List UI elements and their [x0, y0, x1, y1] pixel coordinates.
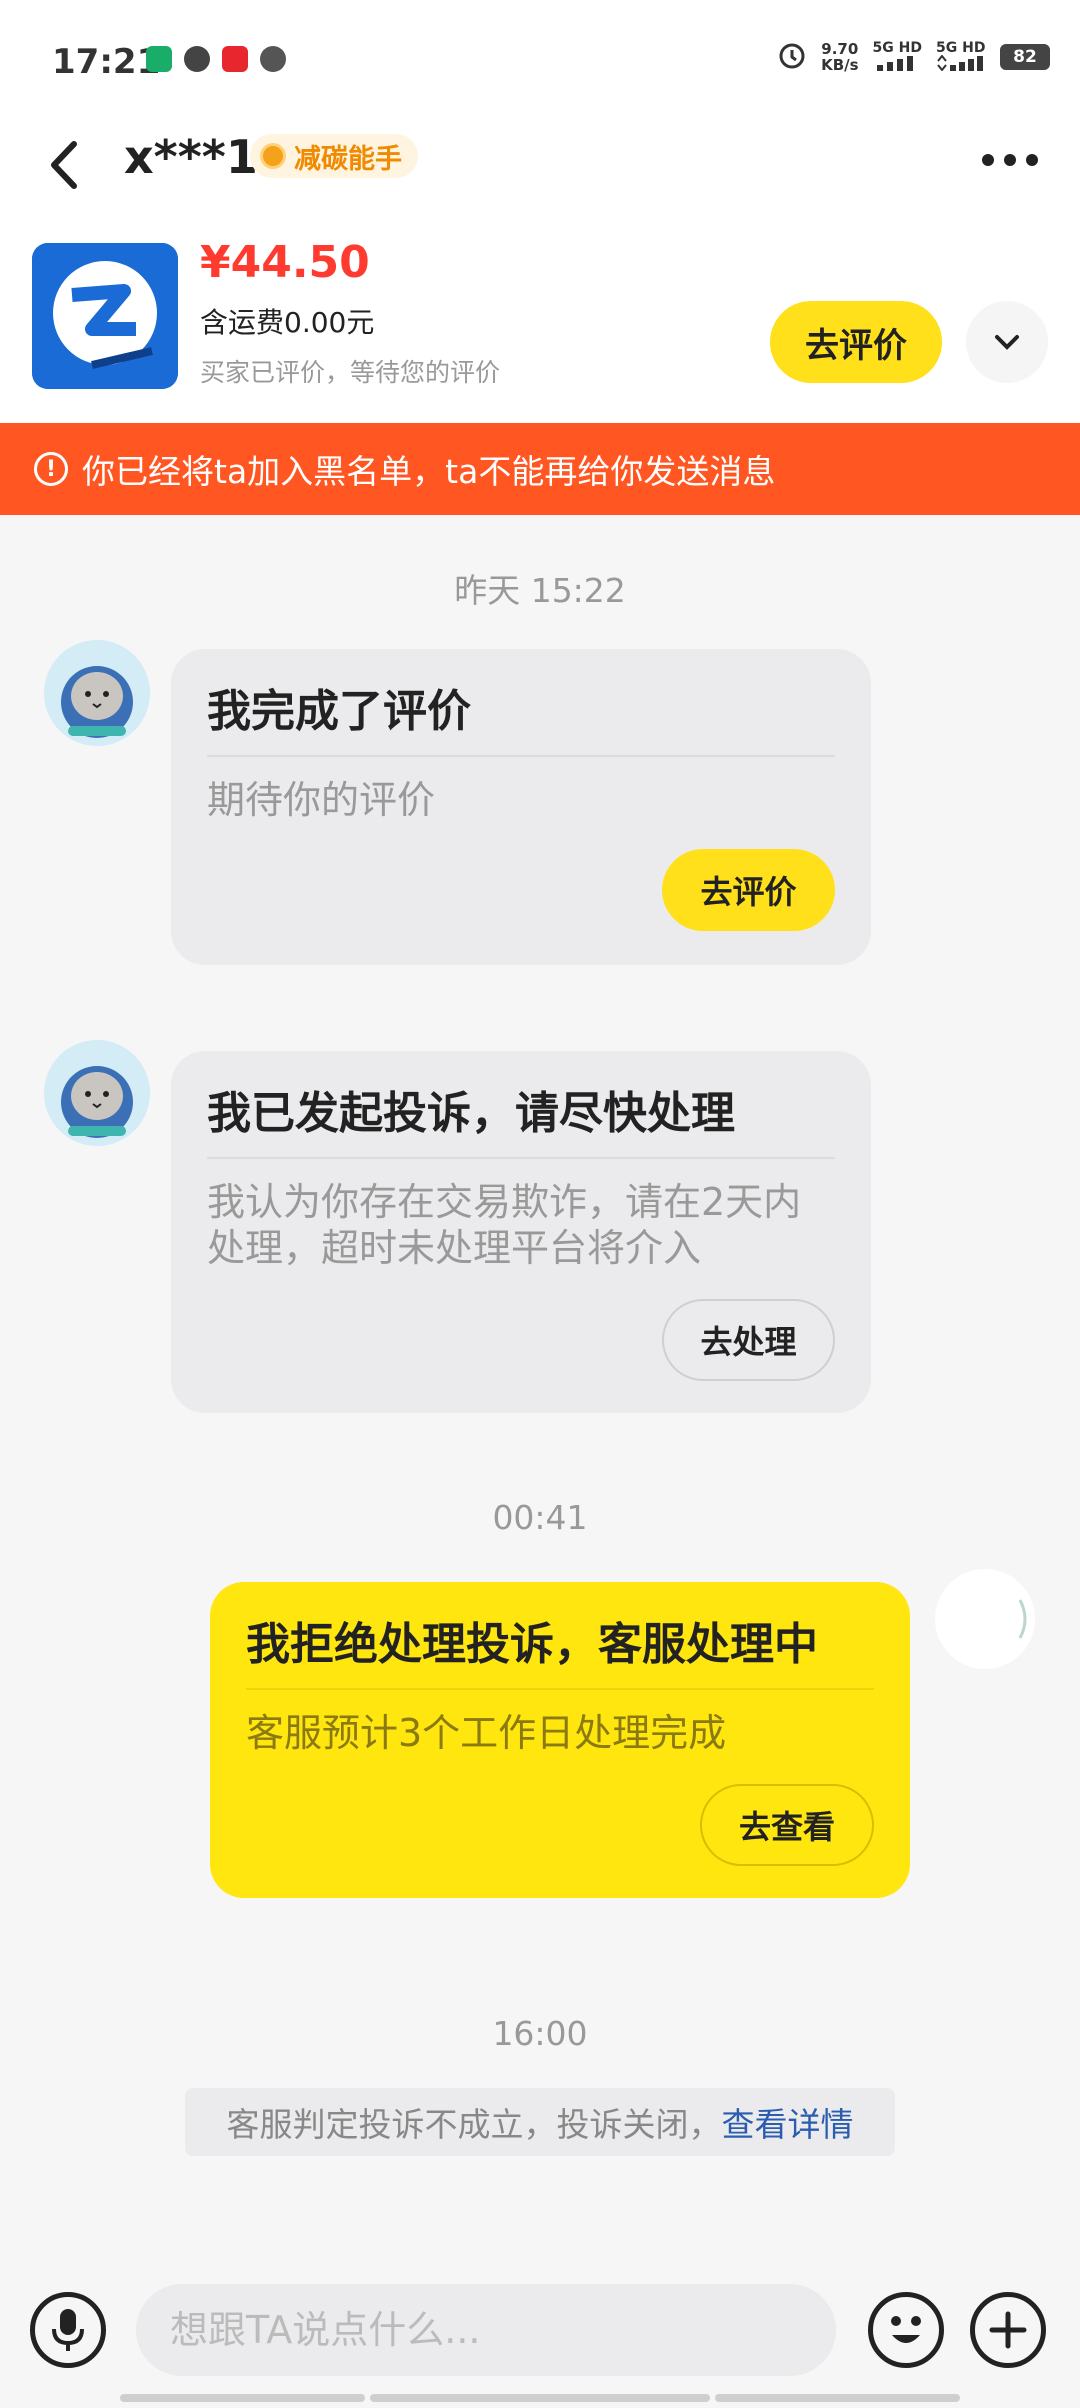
system-note: 客服判定投诉不成立，投诉关闭， 查看详情 — [185, 2088, 895, 2156]
app-logo-icon — [32, 243, 178, 389]
wechat-icon — [260, 46, 286, 72]
notification-icons — [146, 46, 286, 72]
message-timestamp: 昨天 15:22 — [454, 571, 626, 610]
warning-icon: ! — [34, 452, 68, 486]
status-bar: 17:21 9.70 KB/s 5G HD 5G HD 82 — [0, 0, 1080, 120]
leaf-coin-icon — [260, 143, 286, 169]
rate-button[interactable]: 去评价 — [770, 301, 942, 383]
product-price: ¥44.50 — [200, 237, 370, 288]
expand-button[interactable] — [966, 301, 1048, 383]
message-body: 客服预计3个工作日处理完成 — [246, 1711, 727, 1755]
cat-avatar-icon — [44, 1040, 150, 1146]
view-button[interactable]: 去查看 — [700, 1784, 874, 1866]
contact-name[interactable]: x***1 — [124, 130, 258, 184]
message-title: 我完成了评价 — [207, 686, 471, 737]
network-speed: 9.70 KB/s — [821, 41, 858, 73]
message-card: 我已发起投诉，请尽快处理 我认为你存在交易欺诈，请在2天内处理，超时未处理平台将… — [171, 1051, 871, 1413]
message-title: 我已发起投诉，请尽快处理 — [207, 1088, 735, 1139]
divider — [246, 1688, 874, 1690]
chat-header: x***1 减碳能手 — [0, 110, 1080, 235]
input-bar — [0, 2260, 1080, 2408]
chevron-down-icon — [995, 335, 1019, 350]
my-message-card: 我拒绝处理投诉，客服处理中 客服预计3个工作日处理完成 去查看 — [210, 1582, 910, 1898]
message-body: 期待你的评价 — [207, 778, 436, 822]
user-badge[interactable]: 减碳能手 — [250, 134, 418, 178]
signal-bars-icon — [876, 55, 913, 71]
red-app-icon — [222, 46, 248, 72]
my-avatar[interactable] — [932, 1566, 1038, 1672]
product-thumbnail[interactable] — [32, 243, 178, 389]
user-avatar-icon — [935, 1569, 1035, 1669]
voice-button[interactable] — [30, 2292, 106, 2368]
chat-bubble-icon — [184, 46, 210, 72]
message-card: 我完成了评价 期待你的评价 去评价 — [171, 649, 871, 965]
plus-icon — [989, 2311, 1027, 2349]
message-input[interactable] — [136, 2284, 836, 2376]
nav-gesture-bar — [370, 2394, 710, 2402]
nav-gesture-bar — [715, 2394, 960, 2402]
qr-wallet-icon — [146, 46, 172, 72]
divider — [207, 755, 835, 757]
shipping-info: 含运费0.00元 — [200, 306, 375, 339]
message-title: 我拒绝处理投诉，客服处理中 — [246, 1619, 818, 1670]
message-timestamp: 00:41 — [492, 1498, 588, 1537]
smiley-icon — [891, 2316, 921, 2343]
view-details-link[interactable]: 查看详情 — [722, 2098, 854, 2146]
add-button[interactable] — [970, 2292, 1046, 2368]
divider — [207, 1157, 835, 1159]
cat-avatar-icon — [44, 640, 150, 746]
signal-2-label: 5G HD — [936, 39, 986, 56]
banner-text: 你已经将ta加入黑名单，ta不能再给你发送消息 — [82, 452, 776, 491]
signal-bars-icon — [937, 53, 983, 72]
product-card[interactable]: ¥44.50 含运费0.00元 买家已评价，等待您的评价 去评价 — [0, 235, 1080, 423]
more-button[interactable] — [980, 140, 1040, 180]
message-body: 我认为你存在交易欺诈，请在2天内处理，超时未处理平台将介入 — [207, 1180, 802, 1270]
system-note-text: 客服判定投诉不成立，投诉关闭， — [226, 2105, 722, 2144]
alarm-icon — [777, 40, 807, 74]
status-time: 17:21 — [52, 42, 161, 82]
nav-gesture-bar — [120, 2394, 365, 2402]
badge-label: 减碳能手 — [294, 143, 402, 175]
message-timestamp: 16:00 — [492, 2014, 588, 2053]
order-status: 买家已评价，等待您的评价 — [200, 358, 501, 387]
back-arrow-icon — [51, 141, 77, 189]
speed-value: 9.70 — [821, 40, 859, 58]
emoji-button[interactable] — [868, 2292, 944, 2368]
signal-2: 5G HD — [936, 41, 986, 74]
blacklist-banner: ! 你已经将ta加入黑名单，ta不能再给你发送消息 — [0, 423, 1080, 515]
rate-action-button[interactable]: 去评价 — [662, 849, 835, 931]
speed-unit: KB/s — [821, 56, 859, 74]
battery-indicator: 82 — [1000, 44, 1050, 70]
signal-1-label: 5G HD — [872, 39, 922, 56]
seller-avatar[interactable] — [44, 640, 150, 746]
handle-complaint-button[interactable]: 去处理 — [662, 1299, 835, 1381]
signal-1: 5G HD — [873, 41, 922, 74]
back-button[interactable] — [40, 130, 90, 200]
microphone-icon — [52, 2309, 84, 2351]
more-dots-icon — [982, 154, 1038, 166]
seller-avatar[interactable] — [44, 1040, 150, 1146]
